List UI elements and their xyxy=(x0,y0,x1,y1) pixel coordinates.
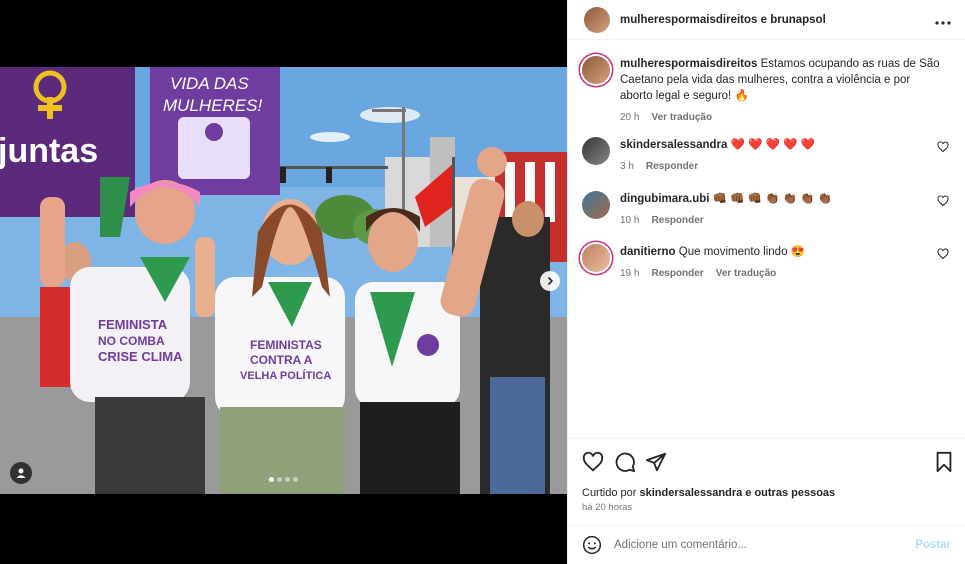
share-icon[interactable] xyxy=(645,451,667,473)
comment-item: danitierno Que movimento lindo 😍 19 h Re… xyxy=(582,244,955,282)
comment-input[interactable] xyxy=(614,539,916,551)
post-photo[interactable]: juntas VIDA DAS MULHERES! FEMINISTA NO C… xyxy=(0,67,567,494)
comment-username[interactable]: skindersalessandra xyxy=(620,139,727,151)
comment-time: 10 h xyxy=(620,215,640,226)
header-usernames[interactable]: mulherespormaisdireitos e brunapsol xyxy=(620,14,935,26)
comment-time: 3 h xyxy=(620,161,634,172)
post-actions: Curtido por skindersalessandra e outras … xyxy=(568,438,965,525)
next-photo-button[interactable] xyxy=(540,271,560,291)
shirt2-text-3: VELHA POLÍTICA xyxy=(240,369,331,382)
comment-username[interactable]: dingubimara.ubi xyxy=(620,193,709,205)
caption: mulherespormaisdireitos Estamos ocupando… xyxy=(582,56,955,126)
translate-link[interactable]: Ver tradução xyxy=(716,266,777,282)
protest-photo-illustration: juntas VIDA DAS MULHERES! FEMINISTA NO C… xyxy=(0,67,567,494)
tag-user-icon xyxy=(16,468,26,478)
caption-username[interactable]: mulherespormaisdireitos xyxy=(620,58,757,70)
chevron-right-icon xyxy=(547,276,554,286)
carousel-dot xyxy=(285,477,290,482)
sign-text-1: VIDA DAS xyxy=(170,74,249,93)
tagged-users-button[interactable] xyxy=(10,462,32,484)
translate-link[interactable]: Ver tradução xyxy=(651,110,712,126)
post-panel: mulherespormaisdireitos e brunapsol mulh… xyxy=(567,0,965,564)
carousel-dot xyxy=(269,477,274,482)
post-comment-button[interactable]: Postar xyxy=(915,539,951,551)
comment-username[interactable]: danitierno xyxy=(620,246,676,258)
liked-by-prefix: Curtido por xyxy=(582,487,637,499)
caption-time: 20 h xyxy=(620,112,640,123)
shirt2-text-2: CONTRA A xyxy=(250,353,313,367)
avatar[interactable] xyxy=(582,56,610,84)
reply-link[interactable]: Responder xyxy=(646,159,698,175)
comment-text: ❤️ ❤️ ❤️ ❤️ ❤️ xyxy=(730,139,815,151)
emoji-icon[interactable] xyxy=(582,535,602,555)
heart-icon[interactable] xyxy=(582,451,604,473)
carousel-dot xyxy=(277,477,282,482)
liked-by: Curtido por skindersalessandra e outras … xyxy=(582,487,835,499)
comment-item: skindersalessandra ❤️ ❤️ ❤️ ❤️ ❤️ 3 h Re… xyxy=(582,137,955,175)
post-header: mulherespormaisdireitos e brunapsol xyxy=(568,0,965,40)
carousel-indicator xyxy=(269,477,298,482)
comment-item: dingubimara.ubi 👊🏾 👊🏾 👊🏾 👏🏾 👏🏾 👏🏾 👏🏾 10 … xyxy=(582,191,955,229)
reply-link[interactable]: Responder xyxy=(651,213,703,229)
banner-text: juntas xyxy=(0,132,98,170)
post-timestamp: há 20 horas xyxy=(582,502,633,513)
avatar[interactable] xyxy=(582,244,610,272)
avatar[interactable] xyxy=(584,6,610,33)
shirt1-text-1: FEMINISTA xyxy=(98,317,168,332)
heart-icon[interactable] xyxy=(937,248,949,260)
sign-text-2: MULHERES! xyxy=(163,96,262,115)
shirt1-text-2: NO COMBA xyxy=(98,334,165,348)
heart-icon[interactable] xyxy=(937,195,949,207)
comment-time: 19 h xyxy=(620,268,640,279)
avatar[interactable] xyxy=(582,137,610,165)
reply-link[interactable]: Responder xyxy=(651,266,703,282)
shirt1-text-3: CRISE CLIMA xyxy=(98,349,183,364)
bookmark-icon[interactable] xyxy=(933,451,955,473)
add-comment-bar: Postar xyxy=(568,525,965,564)
shirt2-text-1: FEMINISTAS xyxy=(250,338,322,352)
media-area: juntas VIDA DAS MULHERES! FEMINISTA NO C… xyxy=(0,0,567,564)
comments-list: mulherespormaisdireitos Estamos ocupando… xyxy=(568,44,965,438)
heart-icon[interactable] xyxy=(937,141,949,153)
carousel-dot xyxy=(293,477,298,482)
comment-text: 👊🏾 👊🏾 👊🏾 👏🏾 👏🏾 👏🏾 👏🏾 xyxy=(712,193,833,205)
more-icon xyxy=(935,20,951,25)
liked-by-user[interactable]: skindersalessandra xyxy=(639,487,742,499)
liked-by-suffix[interactable]: e outras pessoas xyxy=(745,487,835,499)
more-options-button[interactable] xyxy=(935,12,951,28)
comment-icon[interactable] xyxy=(614,451,636,473)
avatar[interactable] xyxy=(582,191,610,219)
comment-text: Que movimento lindo 😍 xyxy=(678,246,805,258)
